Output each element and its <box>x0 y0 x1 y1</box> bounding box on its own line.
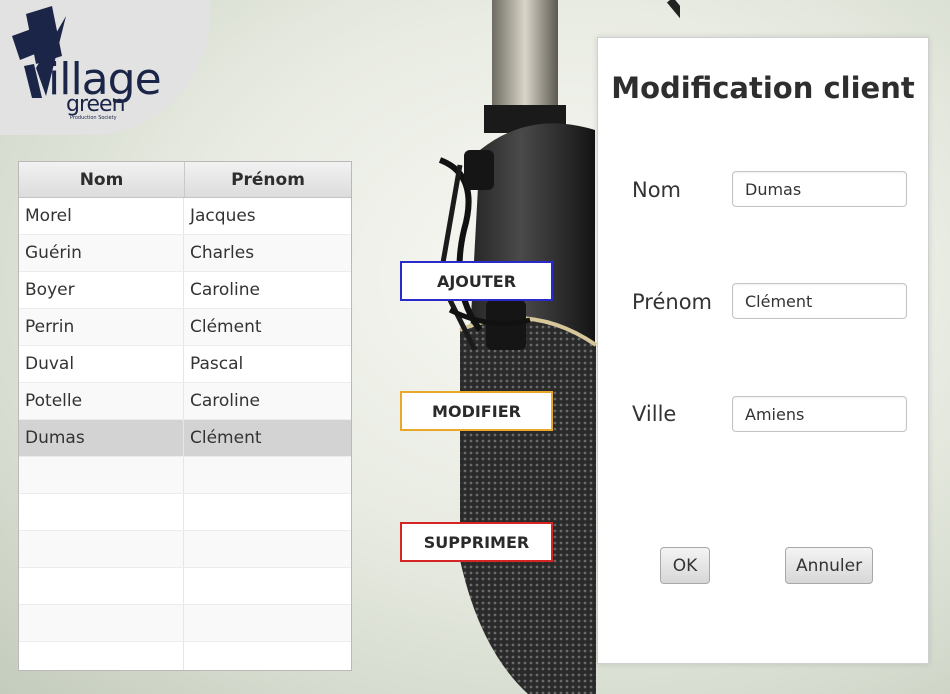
column-header-prenom[interactable]: Prénom <box>185 162 351 197</box>
cell-prenom: Caroline <box>190 391 260 411</box>
cell-nom: Perrin <box>19 309 184 345</box>
ville-label: Ville <box>632 402 677 426</box>
cell-nom: Dumas <box>19 420 184 456</box>
cell-empty <box>19 457 184 493</box>
delete-button[interactable]: SUPPRIMER <box>400 522 553 562</box>
cell-nom: Guérin <box>19 235 184 271</box>
table-row-selected[interactable]: Dumas Clément <box>19 420 351 457</box>
table-row-empty[interactable] <box>19 605 351 642</box>
ville-field[interactable] <box>732 396 907 432</box>
cell-empty <box>19 531 184 567</box>
table-row-empty[interactable] <box>19 457 351 494</box>
table-row[interactable]: Duval Pascal <box>19 346 351 383</box>
cell-nom: Boyer <box>19 272 184 308</box>
cell-prenom: Clément <box>190 317 262 337</box>
table-row[interactable]: Potelle Caroline <box>19 383 351 420</box>
cell-prenom: Jacques <box>190 206 256 226</box>
dialog-title: Modification client <box>611 71 915 105</box>
table-row[interactable]: Morel Jacques <box>19 198 351 235</box>
table-row-empty[interactable] <box>19 494 351 531</box>
cell-empty <box>184 531 350 567</box>
cell-empty <box>19 642 184 670</box>
cell-nom: Potelle <box>19 383 184 419</box>
add-button[interactable]: AJOUTER <box>400 261 553 301</box>
cell-prenom: Charles <box>190 243 255 263</box>
table-row-empty[interactable] <box>19 568 351 605</box>
cell-empty <box>184 642 350 670</box>
cell-empty <box>184 457 350 493</box>
cell-nom: Duval <box>19 346 184 382</box>
edit-client-dialog: Modification client Nom Prénom Ville OK … <box>597 37 929 664</box>
logo-tagline: Production Society <box>70 115 117 121</box>
cell-prenom: Clément <box>190 428 262 448</box>
cell-empty <box>19 494 184 530</box>
cell-empty <box>19 605 184 641</box>
cell-prenom: Pascal <box>190 354 244 374</box>
table-row[interactable]: Guérin Charles <box>19 235 351 272</box>
cell-empty <box>184 568 350 604</box>
cell-empty <box>184 605 350 641</box>
table-row-empty[interactable] <box>19 531 351 568</box>
nom-label: Nom <box>632 178 682 202</box>
modify-button[interactable]: MODIFIER <box>400 391 553 431</box>
column-header-nom[interactable]: Nom <box>19 162 185 197</box>
nom-field[interactable] <box>732 171 907 207</box>
cell-prenom: Caroline <box>190 280 260 300</box>
table-row[interactable]: Boyer Caroline <box>19 272 351 309</box>
cancel-button[interactable]: Annuler <box>785 547 873 584</box>
logo-sub-text: green <box>66 92 126 117</box>
cell-nom: Morel <box>19 198 184 234</box>
table-row[interactable]: Perrin Clément <box>19 309 351 346</box>
village-green-logo: illage green Production Society <box>6 6 206 126</box>
cell-empty <box>19 568 184 604</box>
ok-button[interactable]: OK <box>660 547 710 584</box>
clients-table[interactable]: Nom Prénom Morel Jacques Guérin Charles … <box>18 161 352 671</box>
prenom-field[interactable] <box>732 283 907 319</box>
table-header: Nom Prénom <box>19 162 351 198</box>
table-row-empty[interactable] <box>19 642 351 670</box>
cell-empty <box>184 494 350 530</box>
prenom-label: Prénom <box>632 290 713 314</box>
